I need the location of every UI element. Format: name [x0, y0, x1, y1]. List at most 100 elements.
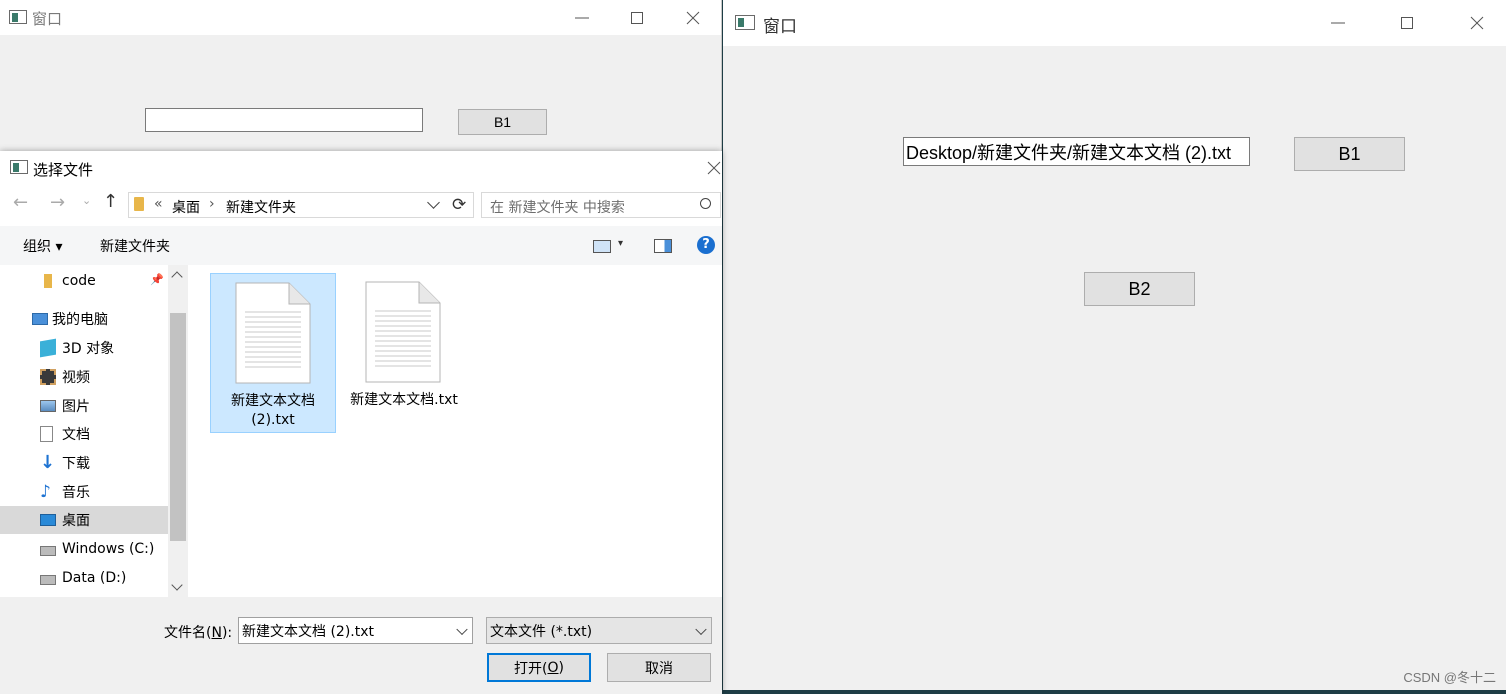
nav-item-label: Windows (C:) — [62, 541, 155, 557]
file-name-line: 新建文本文档 — [231, 393, 315, 409]
pin-icon[interactable]: 📌 — [150, 273, 164, 286]
music-icon: ♪ — [40, 482, 51, 502]
watermark: CSDN @冬十二 — [1403, 670, 1496, 685]
open-label-prefix: 打开( — [514, 660, 548, 677]
right-window-title: 窗口 — [763, 17, 797, 37]
nav-item-label: code — [62, 273, 96, 289]
open-label-key: O — [547, 659, 559, 676]
drive-icon — [40, 575, 56, 585]
navigation-pane: code 📌 我的电脑 3D 对象 视频 图片 文档 ↓ 下载 ♪ 音乐 桌面 … — [0, 265, 168, 597]
nav-item-drive-c[interactable]: Windows (C:) — [0, 535, 168, 563]
chevron-down-icon[interactable] — [427, 196, 440, 209]
dialog-titlebar[interactable]: 选择文件 — [0, 151, 722, 183]
file-dialog: 选择文件 ← → ⌄ ↑ « 桌面 › 新建文件夹 ⟳ 在 新建文件夹 中搜索 … — [0, 151, 722, 694]
address-row: ← → ⌄ ↑ « 桌面 › 新建文件夹 ⟳ 在 新建文件夹 中搜索 — [0, 184, 722, 224]
app-icon — [10, 160, 28, 174]
nav-item-label: 下载 — [62, 456, 90, 472]
nav-item-this-pc[interactable]: 我的电脑 — [0, 305, 168, 333]
chevron-down-icon[interactable] — [695, 623, 707, 635]
b2-button[interactable]: B2 — [1084, 272, 1195, 306]
filename-label-suffix: ): — [221, 625, 233, 641]
forward-arrow-icon[interactable]: → — [50, 192, 65, 213]
filename-value: 新建文本文档 (2).txt — [242, 623, 374, 640]
drive-icon — [40, 546, 56, 556]
nav-item-drive-d[interactable]: Data (D:) — [0, 564, 168, 592]
file-name: 新建文本文档.txt — [341, 391, 467, 410]
nav-item-downloads[interactable]: ↓ 下载 — [0, 449, 168, 477]
filename-field[interactable]: 新建文本文档 (2).txt — [238, 617, 473, 644]
help-icon[interactable]: ? — [697, 236, 715, 254]
picture-icon — [40, 400, 56, 412]
folder-icon — [44, 274, 52, 288]
up-arrow-icon[interactable]: ↑ — [103, 191, 118, 212]
nav-item-label: 图片 — [62, 399, 90, 415]
nav-item-pictures[interactable]: 图片 — [0, 392, 168, 420]
text-input[interactable] — [145, 108, 423, 132]
nav-item-desktop[interactable]: 桌面 — [0, 506, 168, 534]
nav-item-label: 桌面 — [62, 513, 90, 529]
preview-pane-icon[interactable] — [654, 239, 672, 253]
cancel-button[interactable]: 取消 — [607, 653, 711, 682]
view-dropdown-icon[interactable]: ▾ — [618, 238, 623, 249]
search-placeholder: 在 新建文件夹 中搜索 — [490, 200, 625, 216]
maximize-icon[interactable] — [1390, 10, 1424, 36]
nav-item-documents[interactable]: 文档 — [0, 420, 168, 448]
filetype-select[interactable]: 文本文件 (*.txt) — [486, 617, 712, 644]
nav-item-label: Data (D:) — [62, 570, 127, 586]
nav-item-label: 视频 — [62, 370, 90, 386]
file-name-line: (2).txt — [251, 412, 295, 428]
nav-item-3d-objects[interactable]: 3D 对象 — [0, 334, 168, 362]
recent-chevron-icon[interactable]: ⌄ — [82, 194, 91, 207]
search-input[interactable]: 在 新建文件夹 中搜索 — [481, 192, 721, 218]
left-window-title: 窗口 — [32, 10, 63, 28]
chevron-down-icon[interactable] — [456, 623, 468, 635]
breadcrumb-segment[interactable]: 桌面 — [172, 197, 200, 217]
open-label-suffix: ) — [558, 659, 564, 676]
right-window-titlebar[interactable]: 窗口 — [723, 0, 1506, 46]
scroll-thumb[interactable] — [170, 313, 186, 541]
breadcrumb-overflow[interactable]: « — [154, 196, 163, 212]
new-folder-button[interactable]: 新建文件夹 — [100, 236, 170, 256]
nav-item-code[interactable]: code 📌 — [0, 267, 168, 295]
file-list: 新建文本文档 (2).txt 新建文本文档.txt — [188, 265, 722, 597]
nav-item-label: 3D 对象 — [62, 341, 115, 357]
scroll-up-icon[interactable] — [171, 271, 183, 283]
file-name-line: 新建文本文档.txt — [350, 392, 458, 408]
maximize-icon[interactable] — [620, 6, 654, 30]
document-icon — [40, 426, 53, 442]
file-item[interactable]: 新建文本文档 (2).txt — [210, 273, 336, 433]
path-input[interactable]: Desktop/新建文件夹/新建文本文档 (2).txt — [903, 137, 1250, 166]
view-icon[interactable] — [593, 240, 611, 253]
right-window: 窗口 Desktop/新建文件夹/新建文本文档 (2).txt B1 B2 CS… — [723, 0, 1506, 690]
close-icon[interactable] — [676, 6, 710, 30]
download-icon: ↓ — [40, 452, 56, 473]
app-icon — [9, 10, 27, 24]
breadcrumb-segment[interactable]: 新建文件夹 — [226, 197, 296, 217]
video-icon — [40, 369, 56, 385]
search-icon[interactable] — [700, 198, 711, 209]
close-icon[interactable] — [1460, 10, 1494, 36]
open-button[interactable]: 打开(O) — [487, 653, 591, 682]
nav-item-music[interactable]: ♪ 音乐 — [0, 478, 168, 506]
breadcrumb[interactable]: « 桌面 › 新建文件夹 ⟳ — [128, 192, 474, 218]
left-window-titlebar[interactable]: 窗口 — [0, 0, 721, 35]
file-item[interactable]: 新建文本文档.txt — [341, 273, 467, 433]
breadcrumb-separator: › — [209, 196, 215, 212]
computer-icon — [32, 313, 48, 325]
b1-button[interactable]: B1 — [458, 109, 547, 135]
back-arrow-icon[interactable]: ← — [13, 192, 28, 213]
nav-scrollbar[interactable] — [168, 265, 188, 597]
app-icon — [735, 15, 755, 30]
scroll-down-icon[interactable] — [171, 579, 183, 591]
text-file-icon — [235, 282, 311, 384]
nav-item-videos[interactable]: 视频 — [0, 363, 168, 391]
nav-item-label: 音乐 — [62, 485, 90, 501]
close-icon[interactable] — [699, 155, 729, 181]
cube-icon — [40, 338, 56, 358]
dialog-footer: 文件名(N): 新建文本文档 (2).txt 文本文件 (*.txt) 打开(O… — [0, 597, 722, 694]
refresh-icon[interactable]: ⟳ — [452, 195, 466, 215]
b1-button[interactable]: B1 — [1294, 137, 1405, 171]
minimize-icon[interactable] — [1321, 10, 1355, 36]
organize-button[interactable]: 组织 ▾ — [23, 236, 62, 256]
minimize-icon[interactable] — [565, 6, 599, 30]
